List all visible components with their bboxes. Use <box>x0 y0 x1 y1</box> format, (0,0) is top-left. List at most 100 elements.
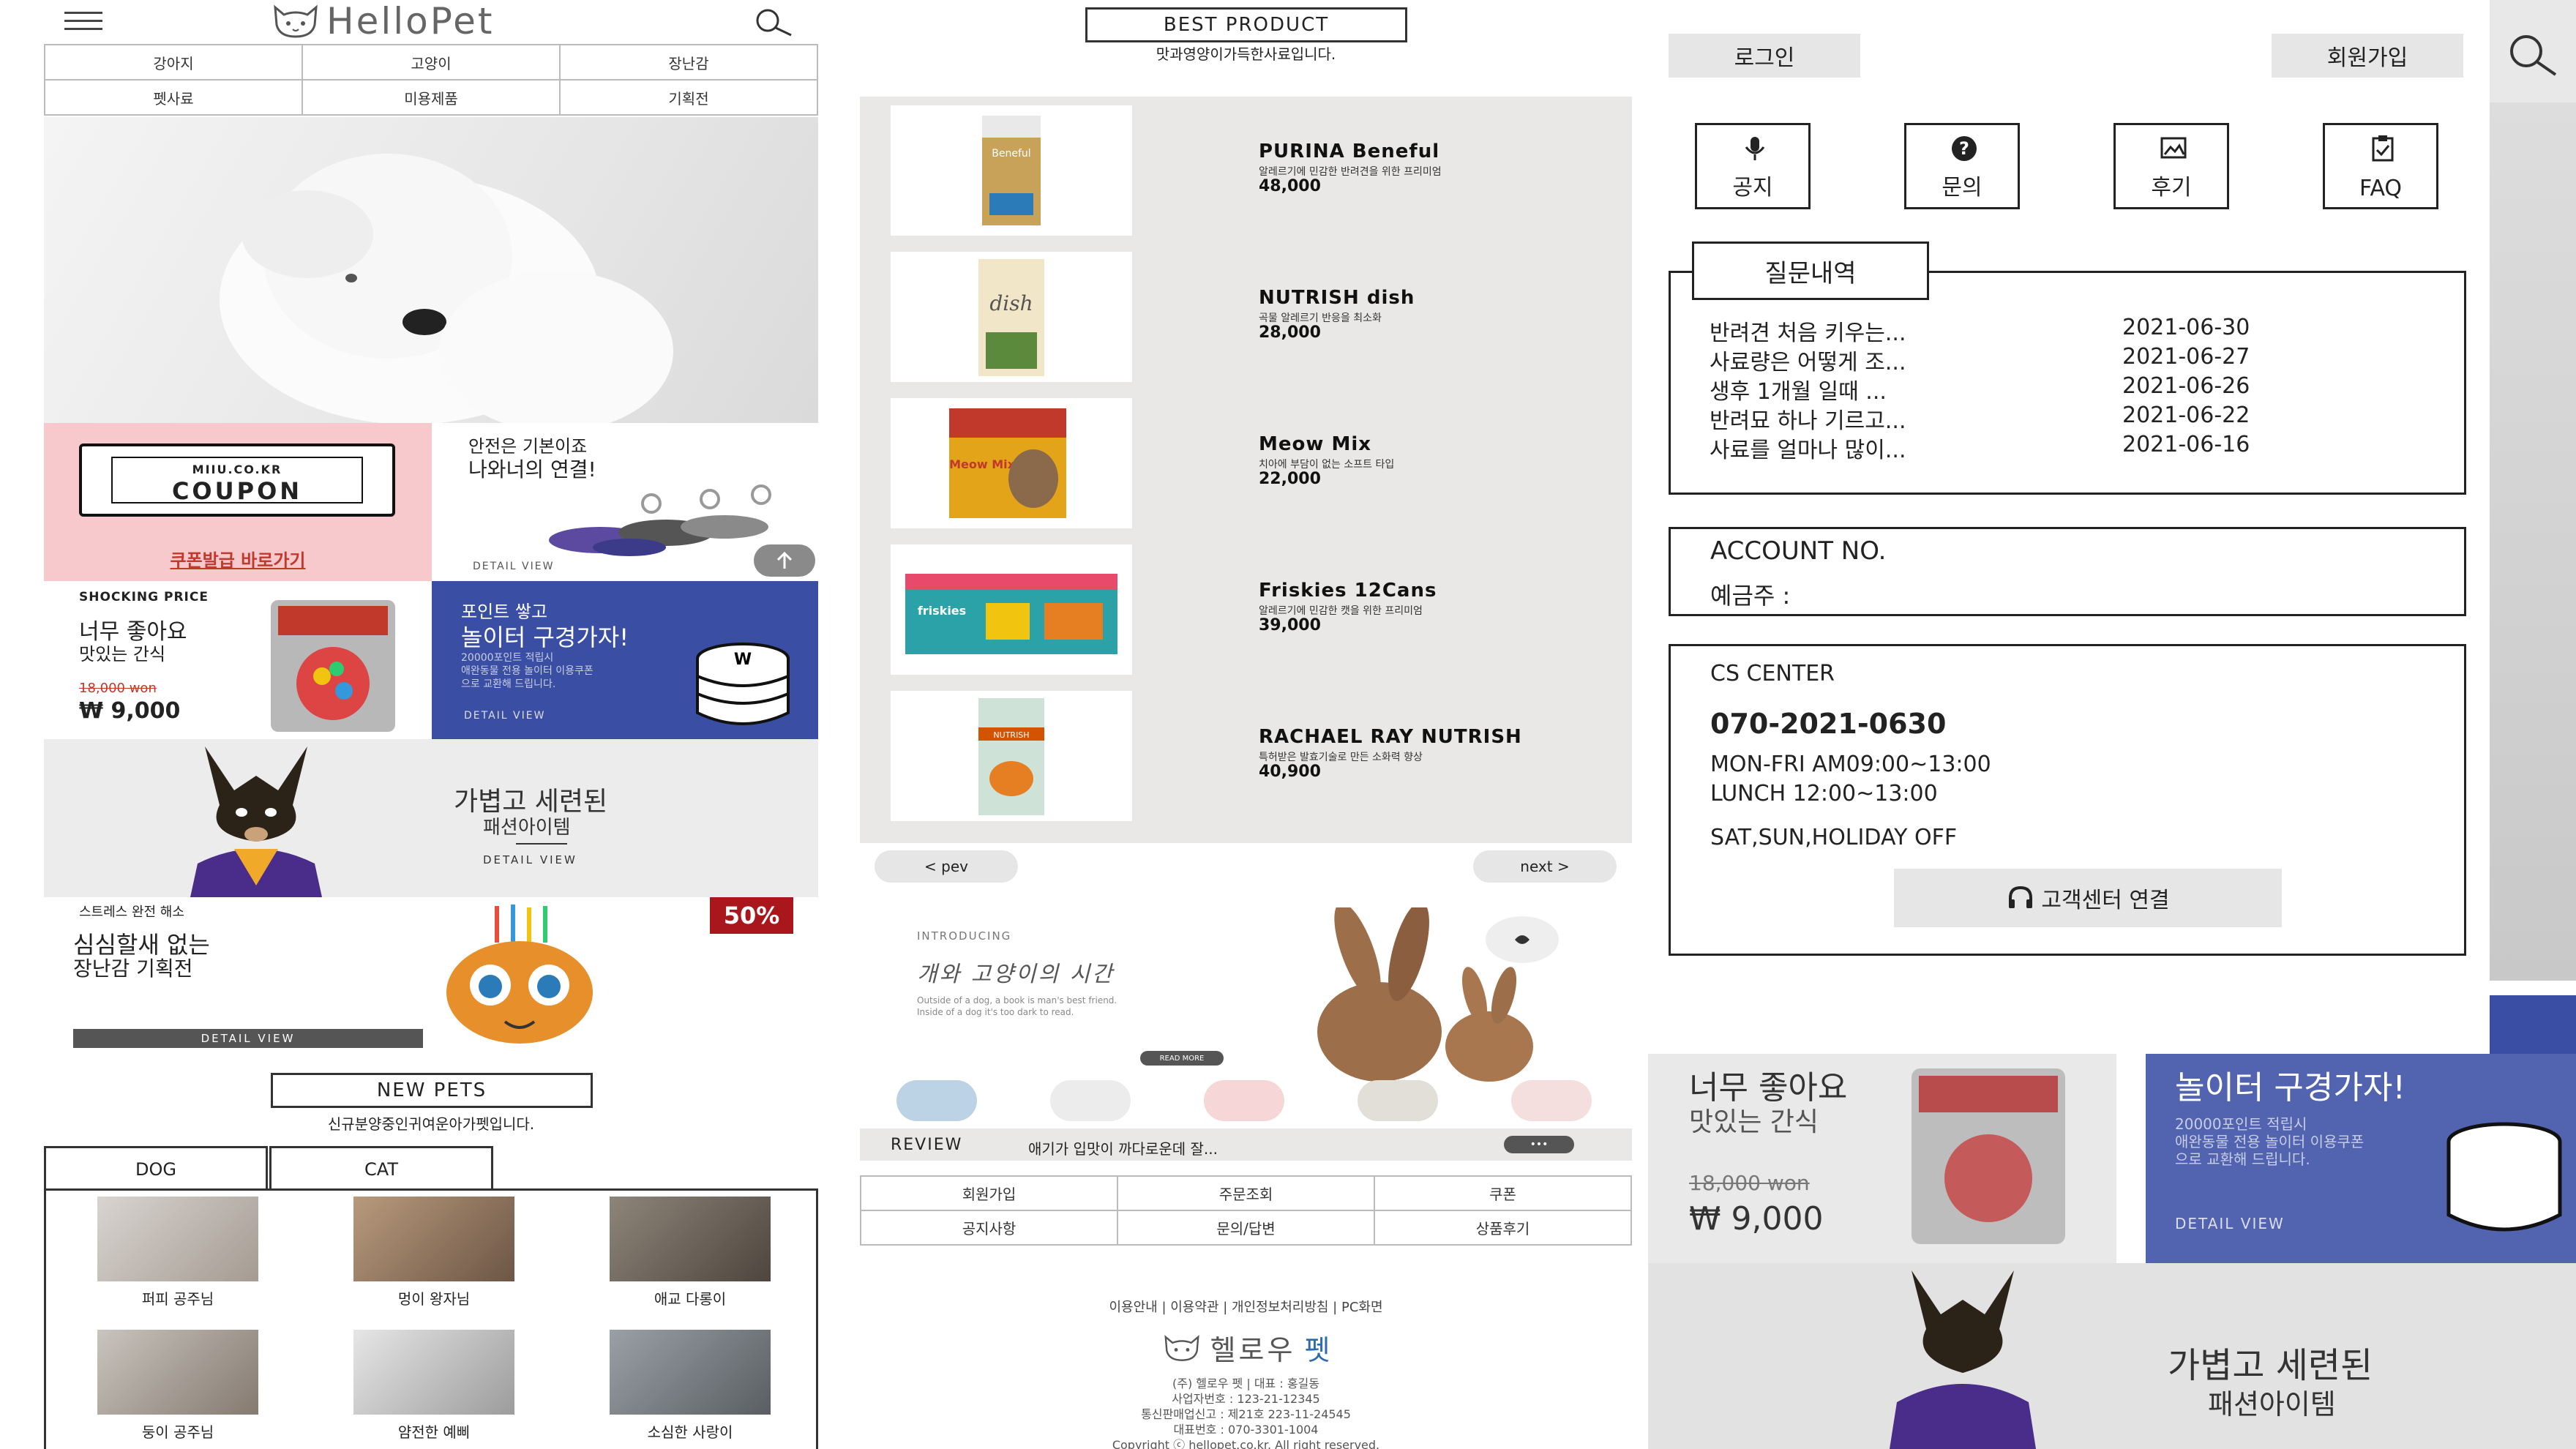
intro-desc1: Outside of a dog, a book is man's best f… <box>917 995 1117 1006</box>
search-icon[interactable] <box>2503 29 2561 80</box>
footer-links: 회원가입 주문조회 쿠폰 공지사항 문의/답변 상품후기 <box>860 1175 1632 1246</box>
product-desc: 특허받은 발효기술로 만든 소화력 향상 <box>1259 752 1423 763</box>
cs-lunch: LUNCH 12:00~13:00 <box>1710 781 1938 806</box>
product-item[interactable]: Beneful PURINA Beneful 알레르기에 민감한 반려견을 위한… <box>860 100 1632 239</box>
prev-button[interactable]: < pev <box>875 850 1018 883</box>
bg-points-detail: DETAIL VIEW <box>2175 1215 2285 1232</box>
pet-card[interactable]: 소심한 사랑이 <box>610 1330 771 1447</box>
ball-shortcut-icon[interactable] <box>1511 1080 1592 1121</box>
toys-banner[interactable]: 스트레스 완전 해소 심심할새 없는 장난감 기획전 50% DETAIL VI… <box>44 897 818 1051</box>
coupon-banner[interactable]: MIIU.CO.KR COUPON 쿠폰발급 바로가기 <box>44 423 432 581</box>
product-name: Meow Mix <box>1259 433 1371 455</box>
product-pkg-text: NUTRISH <box>993 730 1029 740</box>
footer-link[interactable]: 회원가입 <box>861 1177 1118 1211</box>
snack-price: ₩ 9,000 <box>79 698 181 724</box>
hamburger-menu-icon[interactable] <box>64 12 102 32</box>
review-menu-button[interactable]: 후기 <box>2113 123 2229 209</box>
bg-snack-line2: 맛있는 간식 <box>1689 1107 1819 1137</box>
best-product-panel: BEST PRODUCT 맛과영양이가득한사료입니다. Beneful PURI… <box>860 0 1632 1449</box>
footer-link[interactable]: 공지사항 <box>861 1211 1118 1246</box>
cs-hours: MON-FRI AM09:00~13:00 <box>1710 752 1991 777</box>
chart-shortcut-icon[interactable] <box>1204 1080 1284 1121</box>
footer-link[interactable]: 주문조회 <box>1118 1177 1375 1211</box>
new-pets-title: NEW PETS <box>271 1073 593 1108</box>
search-shortcut-icon[interactable] <box>896 1080 977 1121</box>
intro-desc2: Inside of a dog it's too dark to read. <box>917 1007 1074 1017</box>
review-bar[interactable]: REVIEW 애기가 입맛이 까다로운데 잘... ••• <box>860 1128 1632 1161</box>
qna-date: 2021-06-26 <box>2122 373 2250 399</box>
snack-old-price: 18,000 won <box>79 681 157 696</box>
category-item[interactable]: 강아지 <box>45 45 303 80</box>
toys-detail-link[interactable]: DETAIL VIEW <box>73 1029 423 1048</box>
category-item[interactable]: 미용제품 <box>303 80 561 116</box>
notice-button[interactable]: 공지 <box>1695 123 1811 209</box>
pet-card[interactable]: 퍼피 공주님 <box>97 1197 258 1314</box>
product-price: 22,000 <box>1259 470 1321 488</box>
points-banner[interactable]: 포인트 쌓고 놀이터 구경가자! 20000포인트 적립시 애완동물 전용 놀이터… <box>432 581 818 739</box>
menu-icon-label: 문의 <box>1942 175 1982 201</box>
bg-snack-banner: 너무 좋아요 맛있는 간식 18,000 won ₩ 9,000 <box>1648 1054 2116 1263</box>
bg-fashion-banner: 가볍고 세련된 패션아이템 <box>1648 1263 2576 1449</box>
faq-button[interactable]: FAQ <box>2323 123 2438 209</box>
product-image: dish <box>891 252 1132 382</box>
review-text: 애기가 입맛이 까다로운데 잘... <box>1028 1140 1218 1158</box>
category-item[interactable]: 고양이 <box>303 45 561 80</box>
read-more-button[interactable]: READ MORE <box>1140 1051 1224 1066</box>
review-more-button[interactable]: ••• <box>1504 1136 1574 1153</box>
footer-bottom-links[interactable]: 이용안내 | 이용약관 | 개인정보처리방침 | PC화면 <box>860 1297 1632 1316</box>
product-item[interactable]: Meow Mix Meow Mix 치아에 부담이 없는 소프트 타입 22,0… <box>860 392 1632 531</box>
category-item[interactable]: 기획전 <box>561 80 818 116</box>
company-line: 사업자번호 : 123-21-12345 <box>1172 1392 1320 1406</box>
product-item[interactable]: friskies Friskies 12Cans 알레르기에 민감한 캣을 위한… <box>860 539 1632 678</box>
leash-banner[interactable]: 안전은 기본이죠 나와너의 연결! DETAIL VIEW <box>432 423 818 581</box>
scroll-top-button[interactable] <box>754 544 815 577</box>
chat-shortcut-icon[interactable] <box>1050 1080 1131 1121</box>
coupon-link[interactable]: 쿠폰발급 바로가기 <box>44 546 432 572</box>
svg-text:W: W <box>734 651 752 669</box>
fashion-detail-link[interactable]: DETAIL VIEW <box>483 853 577 866</box>
product-pkg-text: Meow Mix <box>949 457 1016 471</box>
cs-connect-button[interactable]: 고객센터 연결 <box>1894 869 2282 927</box>
pet-card[interactable]: 멍이 왕자님 <box>353 1197 514 1314</box>
hero-banner-image[interactable] <box>44 117 818 423</box>
review-label: REVIEW <box>891 1136 963 1154</box>
footer-link[interactable]: 쿠폰 <box>1375 1177 1632 1211</box>
logo[interactable]: HelloPet <box>271 0 494 42</box>
category-item[interactable]: 펫사료 <box>45 80 303 116</box>
points-detail-link[interactable]: DETAIL VIEW <box>464 710 545 722</box>
category-item[interactable]: 장난감 <box>561 45 818 80</box>
detail-view-link[interactable]: DETAIL VIEW <box>473 561 554 572</box>
bg-points-line2: 놀이터 구경가자! <box>2175 1069 2405 1107</box>
coin-stack-icon: W <box>696 643 790 725</box>
pet-card[interactable]: 얌전한 예삐 <box>353 1330 514 1447</box>
pets-tab-cat[interactable]: CAT <box>269 1146 493 1190</box>
next-button[interactable]: next > <box>1473 850 1617 883</box>
account-no-label: ACCOUNT NO. <box>1710 536 1887 566</box>
document-shortcut-icon[interactable] <box>1358 1080 1438 1121</box>
svg-text:?: ? <box>1959 138 1969 159</box>
pets-tab-dog[interactable]: DOG <box>44 1146 268 1190</box>
footer-brand-text-accent: 펫 <box>1304 1334 1330 1366</box>
join-button[interactable]: 회원가입 <box>2272 34 2463 78</box>
login-button[interactable]: 로그인 <box>1669 34 1860 78</box>
search-icon[interactable] <box>750 6 795 40</box>
banner-line2: 나와너의 연결! <box>468 457 596 482</box>
coupon-site: MIIU.CO.KR <box>192 463 282 476</box>
menu-icon-label: FAQ <box>2359 176 2403 201</box>
footer-link[interactable]: 상품후기 <box>1375 1211 1632 1246</box>
fashion-banner[interactable]: 가볍고 세련된 패션아이템 DETAIL VIEW <box>44 739 818 897</box>
arrow-up-icon <box>776 551 793 569</box>
pet-card[interactable]: 둥이 공주님 <box>97 1330 258 1447</box>
product-item[interactable]: dish NUTRISH dish 곡물 알레르기 반응을 최소화 28,000 <box>860 246 1632 385</box>
headset-icon <box>2009 886 2033 908</box>
pet-card[interactable]: 애교 다롱이 <box>610 1197 771 1314</box>
product-pkg-text: Beneful <box>992 148 1030 160</box>
product-pkg-text: dish <box>989 291 1033 315</box>
pets-grid: 퍼피 공주님 멍이 왕자님 애교 다롱이 둥이 공주님 얌전한 예삐 소심한 사… <box>44 1188 818 1449</box>
snack-banner[interactable]: SHOCKING PRICE 너무 좋아요 맛있는 간식 18,000 won … <box>44 581 432 739</box>
copyright: Copyright ⓒ hellopet.co.kr. All right re… <box>1112 1438 1380 1449</box>
tab-label: CAT <box>364 1158 398 1180</box>
footer-link[interactable]: 문의/답변 <box>1118 1211 1375 1246</box>
inquiry-button[interactable]: ? 문의 <box>1904 123 2020 209</box>
product-item[interactable]: NUTRISH RACHAEL RAY NUTRISH 특허받은 발효기술로 만… <box>860 685 1632 824</box>
